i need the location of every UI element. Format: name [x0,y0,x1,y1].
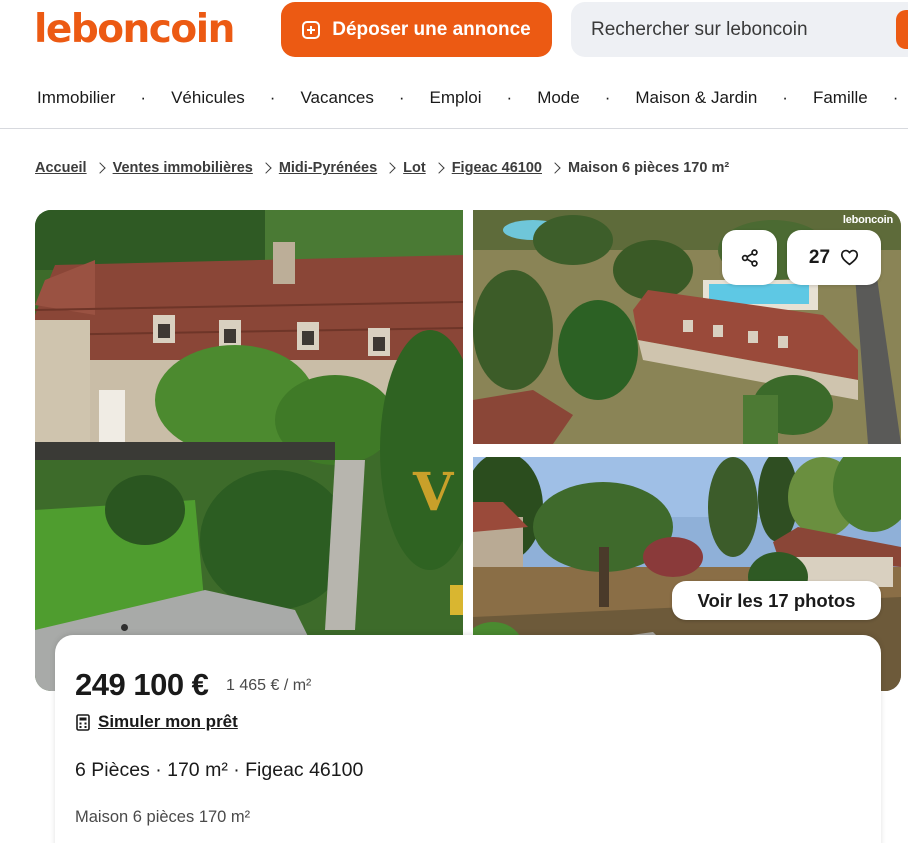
search-button[interactable] [896,10,908,49]
category-maison-jardin[interactable]: Maison & Jardin [635,88,757,108]
listing-specs: 6 Pièces · 170 m² · Figeac 46100 [75,759,364,781]
breadcrumb-ventes-immobilieres[interactable]: Ventes immobilières [113,160,253,176]
nav-divider [0,128,908,129]
chevron-right-icon [433,162,445,174]
listing-price: 249 100 € [75,667,209,702]
loan-simulator-label: Simuler mon prêt [98,712,238,731]
heart-icon [840,249,859,266]
category-separator: · [604,88,611,107]
category-mode[interactable]: Mode [537,88,580,108]
photo-watermark: leboncoin [843,214,894,226]
category-separator: · [140,88,147,107]
category-separator: · [398,88,405,107]
favorites-count: 27 [808,246,831,268]
category-vacances[interactable]: Vacances [300,88,373,108]
search-bar [571,2,908,57]
breadcrumb-figeac[interactable]: Figeac 46100 [452,160,542,176]
share-icon [741,248,758,267]
post-ad-button[interactable]: Déposer une annonce [281,2,552,57]
site-header: leboncoin Déposer une annonce [0,0,908,62]
view-all-photos-button[interactable]: Voir les 17 photos [672,581,881,620]
breadcrumb-lot[interactable]: Lot [403,160,426,176]
category-vehicules[interactable]: Véhicules [171,88,245,108]
leboncoin-logo[interactable]: leboncoin [34,4,235,56]
listing-info-card: 249 100 € 1 465 € / m² Simuler mon prêt … [55,635,881,843]
breadcrumb-midi-pyrenees[interactable]: Midi-Pyrénées [279,160,377,176]
category-separator: · [506,88,513,107]
svg-text:V: V [412,462,455,523]
category-nav: Immobilier · Véhicules · Vacances · Empl… [0,72,908,124]
plus-icon [302,20,321,39]
carousel-indicator [121,624,128,631]
listing-subtitle: Maison 6 pièces 170 m² [75,808,251,826]
chevron-right-icon [260,162,272,174]
category-separator: · [782,88,788,107]
category-separator: · [892,88,899,107]
favorite-button[interactable]: 27 [787,230,881,285]
category-emploi[interactable]: Emploi [430,88,482,108]
category-famille[interactable]: Famille [813,88,868,108]
category-separator: · [269,88,276,107]
price-per-m2: 1 465 € / m² [226,677,312,694]
chevron-right-icon [384,162,396,174]
chevron-right-icon [549,162,561,174]
post-ad-label: Déposer une annonce [332,18,531,40]
breadcrumb-current: Maison 6 pièces 170 m² [568,160,730,176]
category-immobilier[interactable]: Immobilier [37,88,115,108]
search-input[interactable] [591,2,881,57]
chevron-right-icon [93,162,106,174]
loan-simulator-link[interactable]: Simuler mon prêt [76,712,238,732]
breadcrumb: Accueil Ventes immobilières Midi-Pyrénée… [35,160,729,176]
share-button[interactable] [722,230,777,285]
breadcrumb-accueil[interactable]: Accueil [35,160,87,176]
calculator-icon [76,713,90,731]
main-photo[interactable]: V [35,210,463,691]
